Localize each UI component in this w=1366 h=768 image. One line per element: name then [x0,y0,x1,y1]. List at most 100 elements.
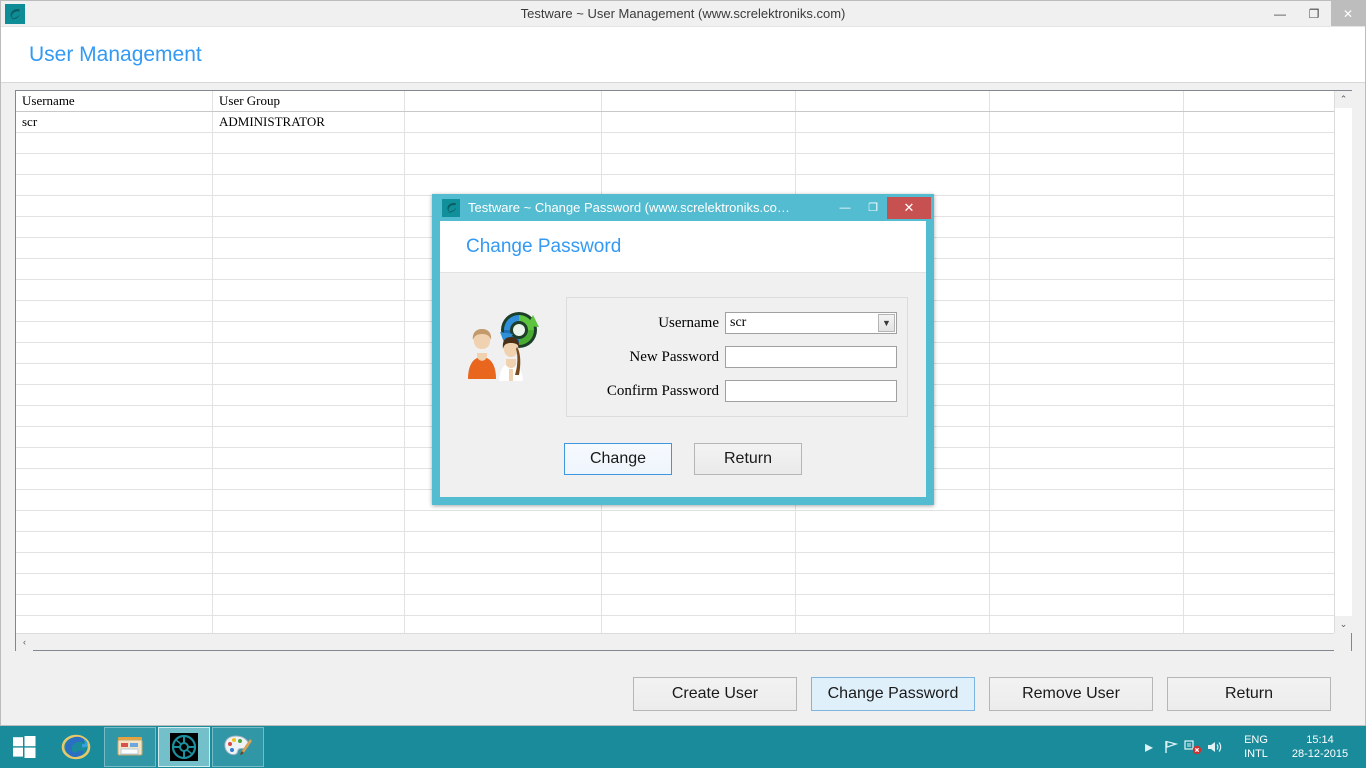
dialog-return-button[interactable]: Return [694,443,802,475]
app-logo-icon [442,198,460,217]
cell-empty [212,174,405,196]
dialog-header: Change Password [440,221,926,273]
table-row[interactable] [16,594,1334,616]
cell-empty [212,258,405,280]
cell-empty [989,342,1184,364]
language-indicator[interactable]: ENG INTL [1232,733,1280,761]
cell-5 [795,111,990,133]
clock[interactable]: 15:14 28-12-2015 [1282,733,1358,761]
cell-empty [404,153,602,175]
language-top: ENG [1244,734,1268,746]
window-restore-button[interactable]: ❐ [1297,1,1331,26]
user-table-head: Username User Group [16,91,1334,112]
scroll-up-icon[interactable]: ⌃ [1335,91,1352,108]
table-row[interactable] [16,573,1334,595]
horizontal-scrollbar[interactable]: ‹ › [16,633,1351,651]
dialog-restore-button[interactable]: ❐ [859,197,887,219]
cell-empty [212,489,405,511]
window-titlebar: Testware ~ User Management (www.screlekt… [1,1,1365,27]
table-row[interactable]: scr ADMINISTRATOR [16,111,1334,133]
cell-empty [989,510,1184,532]
vertical-scrollbar[interactable]: ⌃ ⌄ [1334,91,1352,633]
cell-empty [1183,489,1334,511]
close-icon: ✕ [1342,6,1354,21]
vertical-scroll-track[interactable] [1335,108,1352,616]
cell-empty [1183,321,1334,343]
table-row[interactable] [16,132,1334,154]
cell-empty [16,489,213,511]
dialog-change-button[interactable]: Change [564,443,672,475]
cell-empty [989,468,1184,490]
internet-explorer-icon[interactable] [50,727,102,767]
cell-empty [404,531,602,553]
clock-time: 15:14 [1306,734,1334,746]
dialog-minimize-button[interactable]: — [831,197,859,219]
cell-empty [1183,384,1334,406]
cell-empty [212,342,405,364]
window-close-button[interactable]: ✕ [1331,1,1365,26]
network-error-icon[interactable] [1182,726,1204,768]
cell-empty [16,258,213,280]
column-header-6[interactable] [989,91,1184,112]
remove-user-button[interactable]: Remove User [989,677,1153,711]
chevron-down-icon[interactable]: ▼ [878,314,895,332]
cell-empty [795,552,990,574]
cell-empty [212,468,405,490]
create-user-button[interactable]: Create User [633,677,797,711]
testware-app-icon[interactable] [158,727,210,767]
scroll-down-icon[interactable]: ⌄ [1335,616,1352,633]
confirm-password-input[interactable] [725,380,897,402]
return-button[interactable]: Return [1167,677,1331,711]
cell-empty [16,426,213,448]
new-password-input[interactable] [725,346,897,368]
cell-empty [1183,195,1334,217]
cell-empty [1183,405,1334,427]
cell-empty [989,216,1184,238]
flag-icon[interactable] [1160,726,1182,768]
column-header-username[interactable]: Username [16,91,213,112]
restore-icon: ❐ [1308,6,1320,21]
username-select[interactable]: scr ▼ [725,312,897,334]
cell-empty [212,132,405,154]
cell-empty [16,552,213,574]
table-row[interactable] [16,153,1334,175]
window-minimize-button[interactable]: — [1263,1,1297,26]
cell-empty [795,573,990,595]
table-row[interactable] [16,615,1334,633]
app-logo-icon [5,3,25,24]
table-row[interactable] [16,510,1334,532]
dialog-button-row: Change Return [440,443,926,475]
cell-empty [212,594,405,616]
dialog-body: Change Password Username scr ▼ New Passw… [440,221,926,497]
column-header-4[interactable] [601,91,796,112]
cell-empty [16,531,213,553]
change-password-button[interactable]: Change Password [811,677,975,711]
file-explorer-icon[interactable] [104,727,156,767]
cell-empty [989,384,1184,406]
cell-empty [16,615,213,633]
start-icon[interactable] [0,726,48,768]
cell-empty [16,468,213,490]
table-row[interactable] [16,552,1334,574]
cell-empty [16,573,213,595]
cell-empty [404,615,602,633]
cell-empty [16,132,213,154]
dialog-close-button[interactable]: ✕ [887,196,931,219]
table-row[interactable] [16,174,1334,196]
column-header-5[interactable] [795,91,990,112]
show-hidden-icons-button[interactable]: ▸ [1138,726,1160,768]
column-header-usergroup[interactable]: User Group [212,91,405,112]
scroll-left-icon[interactable]: ‹ [16,633,33,651]
confirm-password-label: Confirm Password [606,382,719,399]
column-header-7[interactable] [1183,91,1334,112]
paint-icon[interactable] [212,727,264,767]
cell-empty [16,384,213,406]
clock-date: 28-12-2015 [1291,748,1349,760]
cell-empty [16,510,213,532]
cell-empty [1183,552,1334,574]
speaker-icon[interactable] [1204,726,1226,768]
cell-empty [989,174,1184,196]
table-row[interactable] [16,531,1334,553]
column-header-3[interactable] [404,91,602,112]
cell-empty [1183,342,1334,364]
